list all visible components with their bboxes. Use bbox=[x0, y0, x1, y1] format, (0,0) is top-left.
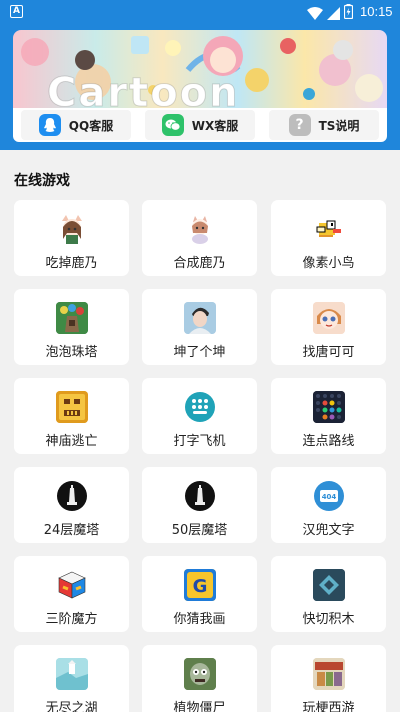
quick-service-bar: QQ客服 WX客服 ? TS说明 bbox=[13, 108, 387, 142]
game-label: 玩梗西游 bbox=[302, 701, 355, 712]
game-label: 快切积木 bbox=[302, 612, 355, 627]
game-label: 合成鹿乃 bbox=[173, 256, 226, 271]
game-label: 植物僵尸 bbox=[173, 701, 226, 712]
battery-icon bbox=[343, 4, 354, 23]
ts-info-label: TS说明 bbox=[318, 118, 360, 133]
game-label: 三阶魔方 bbox=[45, 612, 98, 627]
game-label: 你猜我画 bbox=[173, 612, 226, 627]
game-label: 泡泡珠塔 bbox=[45, 345, 98, 360]
game-card[interactable]: 无尽之湖 bbox=[14, 645, 129, 712]
block-icon bbox=[313, 569, 345, 601]
game-card[interactable]: 三阶魔方 bbox=[14, 556, 129, 632]
wechat-icon bbox=[161, 114, 184, 136]
portrait-icon bbox=[184, 302, 216, 334]
svg-text:404: 404 bbox=[322, 493, 337, 501]
game-card[interactable]: 404 汉兜文字 bbox=[271, 467, 386, 543]
game-label: 像素小鸟 bbox=[302, 256, 355, 271]
game-label: 吃掉鹿乃 bbox=[45, 256, 98, 271]
tower-icon bbox=[56, 480, 88, 512]
qq-icon bbox=[38, 114, 61, 136]
status-clock: 10:15 bbox=[360, 4, 393, 19]
status-bar: A 10:15 bbox=[0, 0, 400, 24]
game-card[interactable]: 玩梗西游 bbox=[271, 645, 386, 712]
game-card[interactable]: 24层魔塔 bbox=[14, 467, 129, 543]
game-card[interactable]: 连点路线 bbox=[271, 378, 386, 454]
banner-title: Cartoon bbox=[47, 70, 240, 109]
game-card[interactable]: 找唐可可 bbox=[271, 289, 386, 365]
404-icon: 404 bbox=[313, 480, 345, 512]
banner-image[interactable]: Cartoon bbox=[13, 30, 387, 108]
tower-icon bbox=[184, 480, 216, 512]
game-card[interactable]: 50层魔塔 bbox=[142, 467, 257, 543]
qq-service-button[interactable]: QQ客服 bbox=[21, 110, 131, 140]
wifi-icon bbox=[307, 5, 323, 24]
dot-grid-icon bbox=[313, 391, 345, 423]
game-card[interactable]: 泡泡珠塔 bbox=[14, 289, 129, 365]
zombie-icon bbox=[184, 658, 216, 690]
game-card[interactable]: 坤了个坤 bbox=[142, 289, 257, 365]
game-label: 神庙逃亡 bbox=[45, 434, 98, 449]
app-notification-icon: A bbox=[10, 5, 23, 18]
svg-text:G: G bbox=[193, 576, 208, 597]
lake-icon bbox=[56, 658, 88, 690]
game-label: 打字飞机 bbox=[173, 434, 226, 449]
qq-service-label: QQ客服 bbox=[68, 118, 114, 133]
game-card[interactable]: 吃掉鹿乃 bbox=[14, 200, 129, 276]
game-card[interactable]: 神庙逃亡 bbox=[14, 378, 129, 454]
cartoon-face-icon bbox=[313, 302, 345, 334]
rubiks-cube-icon bbox=[56, 569, 88, 601]
keypad-icon bbox=[184, 391, 216, 423]
game-label: 找唐可可 bbox=[302, 345, 355, 360]
game-card[interactable]: G 你猜我画 bbox=[142, 556, 257, 632]
section-title: 在线游戏 bbox=[14, 173, 70, 189]
header: Cartoon QQ客服 WX客服 ? TS说明 bbox=[0, 24, 400, 150]
game-label: 汉兜文字 bbox=[302, 523, 355, 538]
game-label: 24层魔塔 bbox=[43, 523, 100, 538]
anime-girl-icon bbox=[56, 213, 88, 245]
ts-info-button[interactable]: ? TS说明 bbox=[269, 110, 379, 140]
chibi-girl-icon bbox=[184, 213, 216, 245]
g-letter-icon: G bbox=[184, 569, 216, 601]
journey-west-icon bbox=[313, 658, 345, 690]
wechat-service-button[interactable]: WX客服 bbox=[145, 110, 255, 140]
game-label: 连点路线 bbox=[302, 434, 355, 449]
temple-run-icon bbox=[56, 391, 88, 423]
game-card[interactable]: 合成鹿乃 bbox=[142, 200, 257, 276]
pixel-bird-icon bbox=[313, 213, 345, 245]
game-card[interactable]: 打字飞机 bbox=[142, 378, 257, 454]
signal-icon bbox=[327, 5, 340, 24]
question-icon: ? bbox=[288, 114, 311, 136]
game-label: 50层魔塔 bbox=[171, 523, 228, 538]
wechat-service-label: WX客服 bbox=[191, 118, 239, 133]
game-label: 坤了个坤 bbox=[173, 345, 226, 360]
bubble-tower-icon bbox=[56, 302, 88, 334]
game-card[interactable]: 植物僵尸 bbox=[142, 645, 257, 712]
game-card[interactable]: 像素小鸟 bbox=[271, 200, 386, 276]
game-card[interactable]: 快切积木 bbox=[271, 556, 386, 632]
game-label: 无尽之湖 bbox=[45, 701, 98, 712]
